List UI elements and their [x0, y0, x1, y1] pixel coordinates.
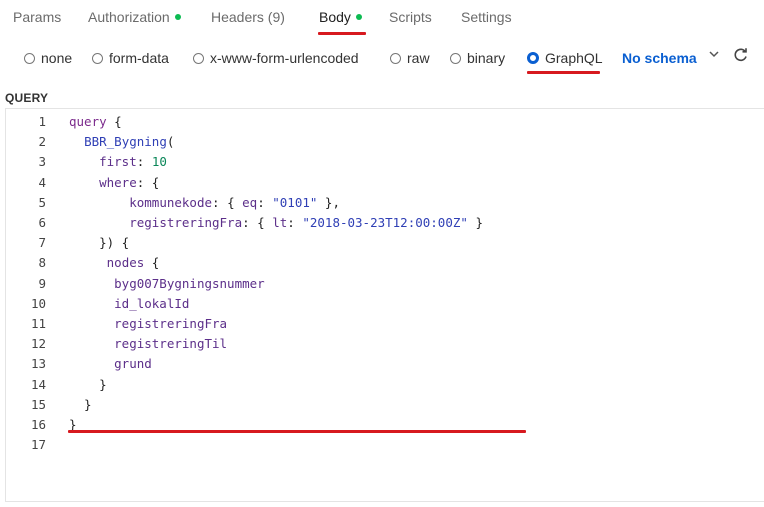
- line-number: 10: [30, 295, 46, 311]
- line-number: 15: [30, 396, 46, 412]
- code-text: }: [69, 396, 92, 412]
- graphql-underline: [527, 71, 600, 74]
- radio-label: binary: [467, 50, 506, 66]
- line-number: 17: [30, 437, 46, 453]
- radio-label: none: [41, 50, 73, 66]
- radio-form-data[interactable]: form-data: [92, 50, 169, 66]
- code-text: registreringFra: [114, 316, 228, 331]
- tab-label: Body: [319, 9, 351, 25]
- code-text: registreringTil: [114, 336, 228, 352]
- code-text: id_lokalId: [114, 295, 190, 311]
- code-line: 8 nodes {: [6, 253, 764, 273]
- line-number: 13: [30, 356, 46, 372]
- line-number: 7: [38, 235, 46, 251]
- tab-label: Settings: [461, 9, 512, 25]
- code-line: 5 kommunekode: { eq: "0101" },: [6, 193, 764, 213]
- tab-headers[interactable]: Headers (9): [211, 9, 285, 25]
- line-number: 14: [30, 376, 46, 392]
- radio-binary[interactable]: binary: [450, 50, 505, 66]
- status-dot-icon: [174, 14, 181, 20]
- line-number: 6: [38, 215, 46, 230]
- code-line: 17: [6, 435, 764, 455]
- code-line: 2 BBR_Bygning(: [6, 132, 764, 152]
- code-line: 13 grund: [6, 354, 764, 374]
- tab-label: Headers (9): [211, 9, 285, 25]
- tab-params[interactable]: Params: [13, 9, 61, 25]
- radio-none[interactable]: none: [24, 50, 72, 66]
- code-line: 11 registreringFra: [6, 314, 764, 334]
- chevron-down-icon[interactable]: [708, 47, 720, 63]
- line-number: 11: [30, 316, 46, 331]
- code-text: where: {: [99, 174, 160, 190]
- radio-label: x-www-form-urlencoded: [210, 50, 359, 66]
- radio-label: raw: [407, 50, 430, 66]
- radio-graphql[interactable]: GraphQL: [527, 50, 603, 66]
- code-line: 7 }) {: [6, 233, 764, 253]
- radio-label: GraphQL: [545, 50, 603, 66]
- code-line: 3 first: 10: [6, 152, 764, 172]
- code-text: }: [69, 376, 107, 392]
- code-text: nodes {: [106, 255, 160, 271]
- radio-circle-icon: [92, 52, 103, 64]
- schema-selector[interactable]: No schema: [622, 50, 697, 66]
- request-tabs: Params Authorization Headers (9) Body Sc…: [0, 0, 764, 38]
- code-line: 1 query {: [6, 112, 764, 132]
- code-text: }) {: [69, 235, 130, 251]
- line-number: 2: [38, 134, 46, 150]
- tab-authorization[interactable]: Authorization: [88, 9, 181, 25]
- code-line: 4 where: {: [6, 173, 764, 193]
- code-line: 15 }: [6, 395, 764, 415]
- code-text: byg007Bygningsnummer: [114, 275, 265, 291]
- line-number: 5: [38, 194, 46, 210]
- tab-scripts[interactable]: Scripts: [389, 9, 432, 25]
- line-number: 8: [38, 255, 46, 271]
- code-line: 9 byg007Bygningsnummer: [6, 274, 764, 294]
- tab-body[interactable]: Body: [319, 9, 362, 25]
- radio-circle-icon: [193, 52, 204, 64]
- code-line: 14 }: [6, 375, 764, 395]
- code-text: first: 10: [99, 154, 167, 170]
- tab-label: Params: [13, 9, 62, 25]
- code-text: grund: [114, 356, 152, 372]
- tab-settings[interactable]: Settings: [461, 9, 512, 25]
- code-end-underline: [68, 430, 526, 433]
- code-text: BBR_Bygning(: [84, 134, 175, 150]
- line-number: 4: [38, 174, 46, 190]
- line-number: 3: [38, 154, 46, 170]
- radio-label: form-data: [109, 50, 169, 66]
- graphql-query-editor[interactable]: 1 query {2 BBR_Bygning(3 first: 10 4 where…: [5, 108, 764, 502]
- line-number: 16: [30, 417, 46, 432]
- tab-label: Scripts: [389, 9, 432, 25]
- line-number: 9: [38, 275, 46, 291]
- radio-raw[interactable]: raw: [390, 50, 430, 66]
- query-section-label: QUERY: [5, 91, 49, 105]
- code-text: query {: [69, 114, 122, 129]
- radio-circle-icon: [24, 52, 35, 64]
- radio-x-www-form-urlencoded[interactable]: x-www-form-urlencoded: [193, 50, 359, 66]
- code-text: kommunekode: { eq: "0101" },: [129, 194, 340, 210]
- refresh-icon[interactable]: [733, 47, 749, 68]
- code-line: 6 registreringFra: { lt: "2018-03-23T12:…: [6, 213, 764, 233]
- code-line: 12 registreringTil: [6, 334, 764, 354]
- radio-circle-icon: [390, 52, 401, 64]
- code-line: 10 id_lokalId: [6, 294, 764, 314]
- radio-circle-icon: [450, 52, 461, 64]
- line-number: 1: [38, 114, 46, 129]
- body-tab-underline: [318, 32, 366, 35]
- status-dot-icon: [355, 14, 362, 20]
- radio-selected-icon: [527, 52, 539, 64]
- code-text: registreringFra: { lt: "2018-03-23T12:00…: [129, 215, 483, 230]
- tab-label: Authorization: [88, 9, 170, 25]
- line-number: 12: [30, 336, 46, 352]
